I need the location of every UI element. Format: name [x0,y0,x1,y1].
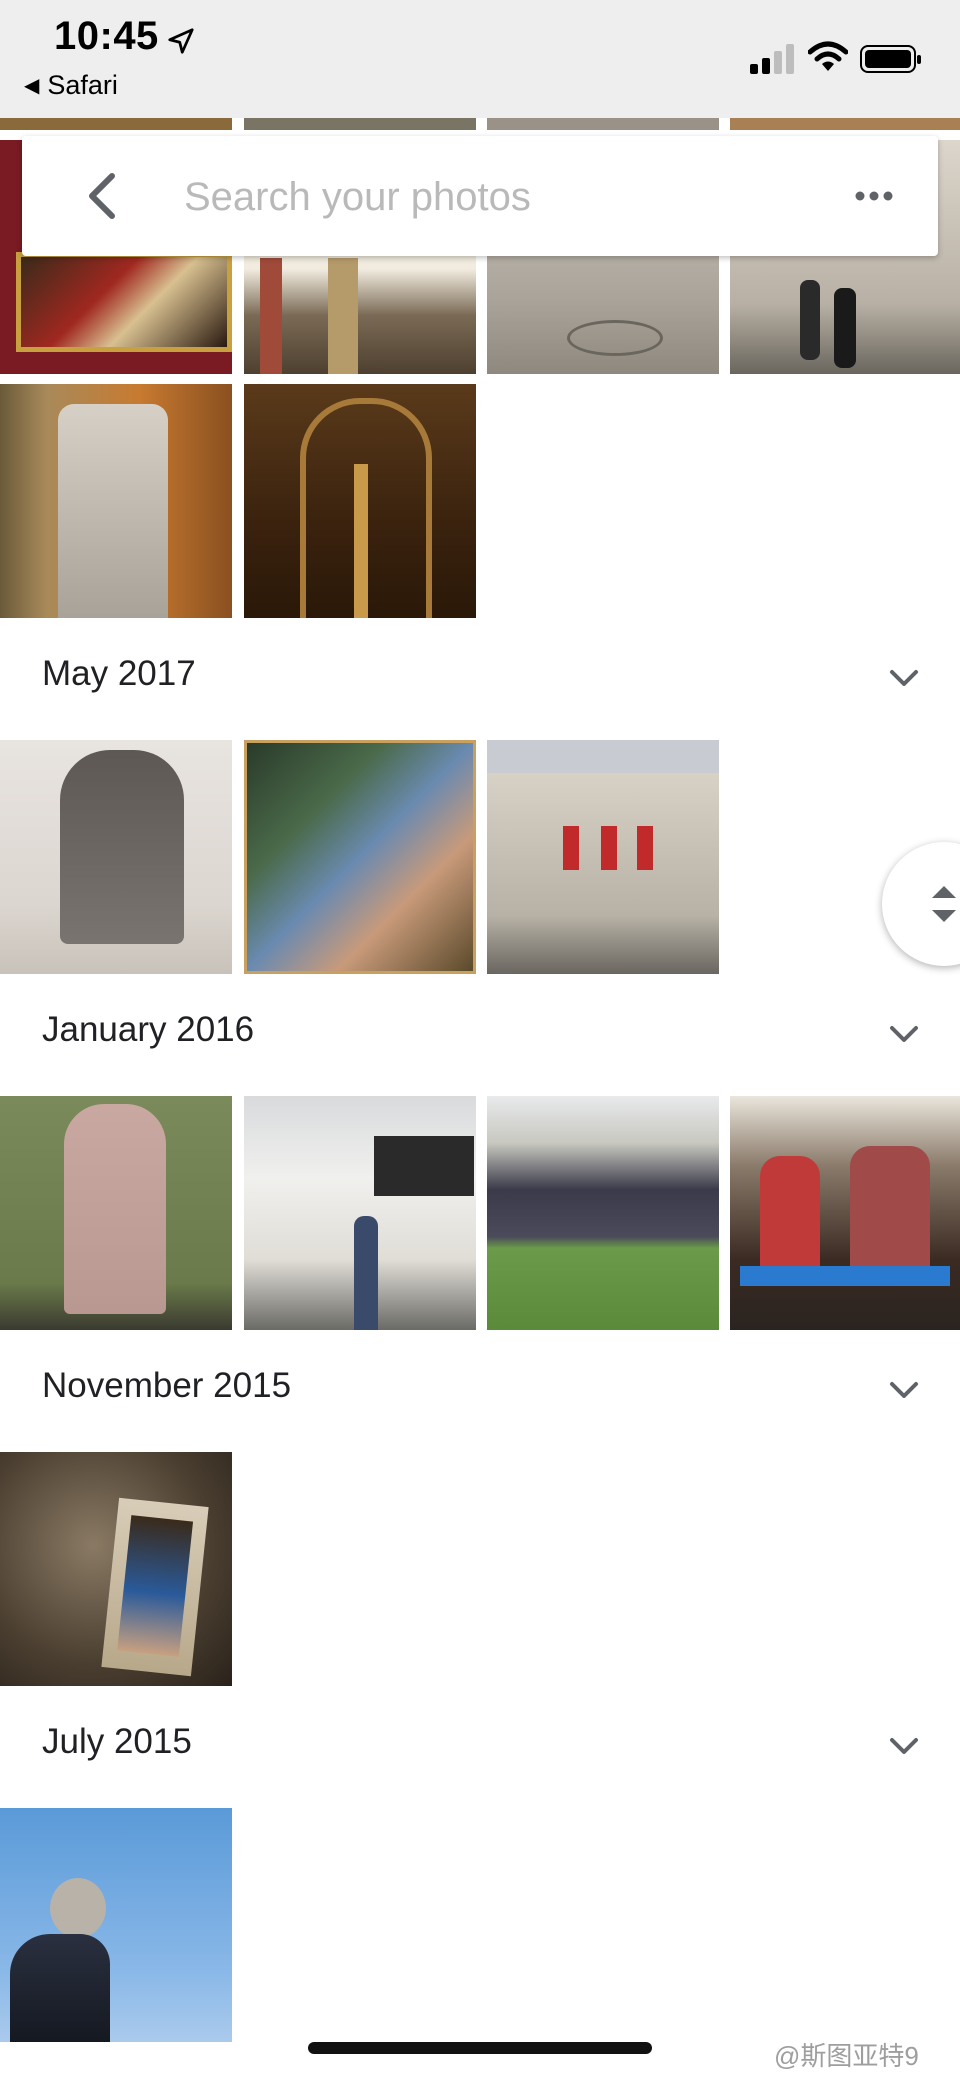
chevron-down-icon[interactable] [882,1012,926,1056]
photo-thumbnail[interactable] [0,1096,232,1330]
section-title: January 2016 [42,1010,255,1049]
photo-thumbnail[interactable] [487,118,719,130]
watermark: @斯图亚特9 [774,2041,919,2071]
photo-row [0,1452,960,1686]
back-triangle-icon: ◀ [24,75,40,97]
photo-detail [740,1266,950,1286]
photo-detail [760,1156,820,1266]
photo-thumbnail[interactable] [0,384,232,618]
photo-detail [374,1136,474,1196]
more-options-icon[interactable] [842,164,906,228]
back-arrow-icon[interactable] [72,164,136,228]
back-app-label: Safari [47,70,118,100]
section-title: July 2015 [42,1722,192,1761]
photo-detail [58,404,168,618]
search-input[interactable] [182,164,826,230]
photo-thumbnail[interactable] [730,118,960,130]
photo-detail [10,1934,110,2042]
chevron-down-icon[interactable] [882,1368,926,1412]
photo-detail [834,288,856,368]
photo-detail [328,258,358,374]
photo-detail [354,1216,378,1330]
section-header: July 2015 [0,1686,960,1806]
photo-row [0,1096,960,1330]
photo-thumbnail[interactable] [0,740,232,974]
photo-detail [800,280,820,360]
photo-detail [850,1146,930,1266]
cellular-signal-icon [750,44,794,74]
photo-thumbnail[interactable] [730,1096,960,1330]
status-bar: 10:45 ◀ Safari [0,0,960,118]
chevron-down-icon[interactable] [882,1724,926,1768]
wifi-icon [808,41,848,71]
search-bar [22,136,938,256]
photo-thumbnail[interactable] [244,384,476,618]
section-header: November 2015 [0,1330,960,1450]
photo-thumbnail[interactable] [244,1096,476,1330]
photo-detail [260,258,282,374]
photo-detail [354,464,368,618]
section-header: January 2016 [0,974,960,1094]
status-time: 10:45 [54,14,159,58]
home-indicator[interactable] [308,2042,652,2054]
photo-detail [601,826,617,870]
partial-photo-row-top [0,118,960,130]
section-title: May 2017 [42,654,196,693]
photo-thumbnail[interactable] [244,740,476,974]
photo-detail [101,1497,209,1677]
location-arrow-icon [168,28,194,54]
photo-detail [50,1878,106,1938]
battery-icon [860,45,921,73]
chevron-down-icon[interactable] [882,656,926,700]
photo-detail [567,320,663,356]
photo-thumbnail[interactable] [0,1808,232,2042]
photo-thumbnail[interactable] [487,1096,719,1330]
photo-row [0,1808,960,2042]
photo-row [0,740,960,974]
section-header: May 2017 [0,618,960,738]
back-to-safari[interactable]: ◀ Safari [24,70,118,101]
photo-thumbnail[interactable] [0,118,232,130]
fast-scroll-arrows-icon [932,886,956,922]
photo-detail [60,750,184,944]
section-title: November 2015 [42,1366,292,1405]
photo-detail [563,826,579,870]
photo-detail [117,1515,194,1657]
photo-thumbnail[interactable] [0,1452,232,1686]
photo-detail [16,252,232,352]
photo-detail [637,826,653,870]
photo-thumbnail[interactable] [487,740,719,974]
photo-thumbnail[interactable] [244,118,476,130]
photo-row [0,384,960,618]
photo-detail [64,1104,166,1314]
